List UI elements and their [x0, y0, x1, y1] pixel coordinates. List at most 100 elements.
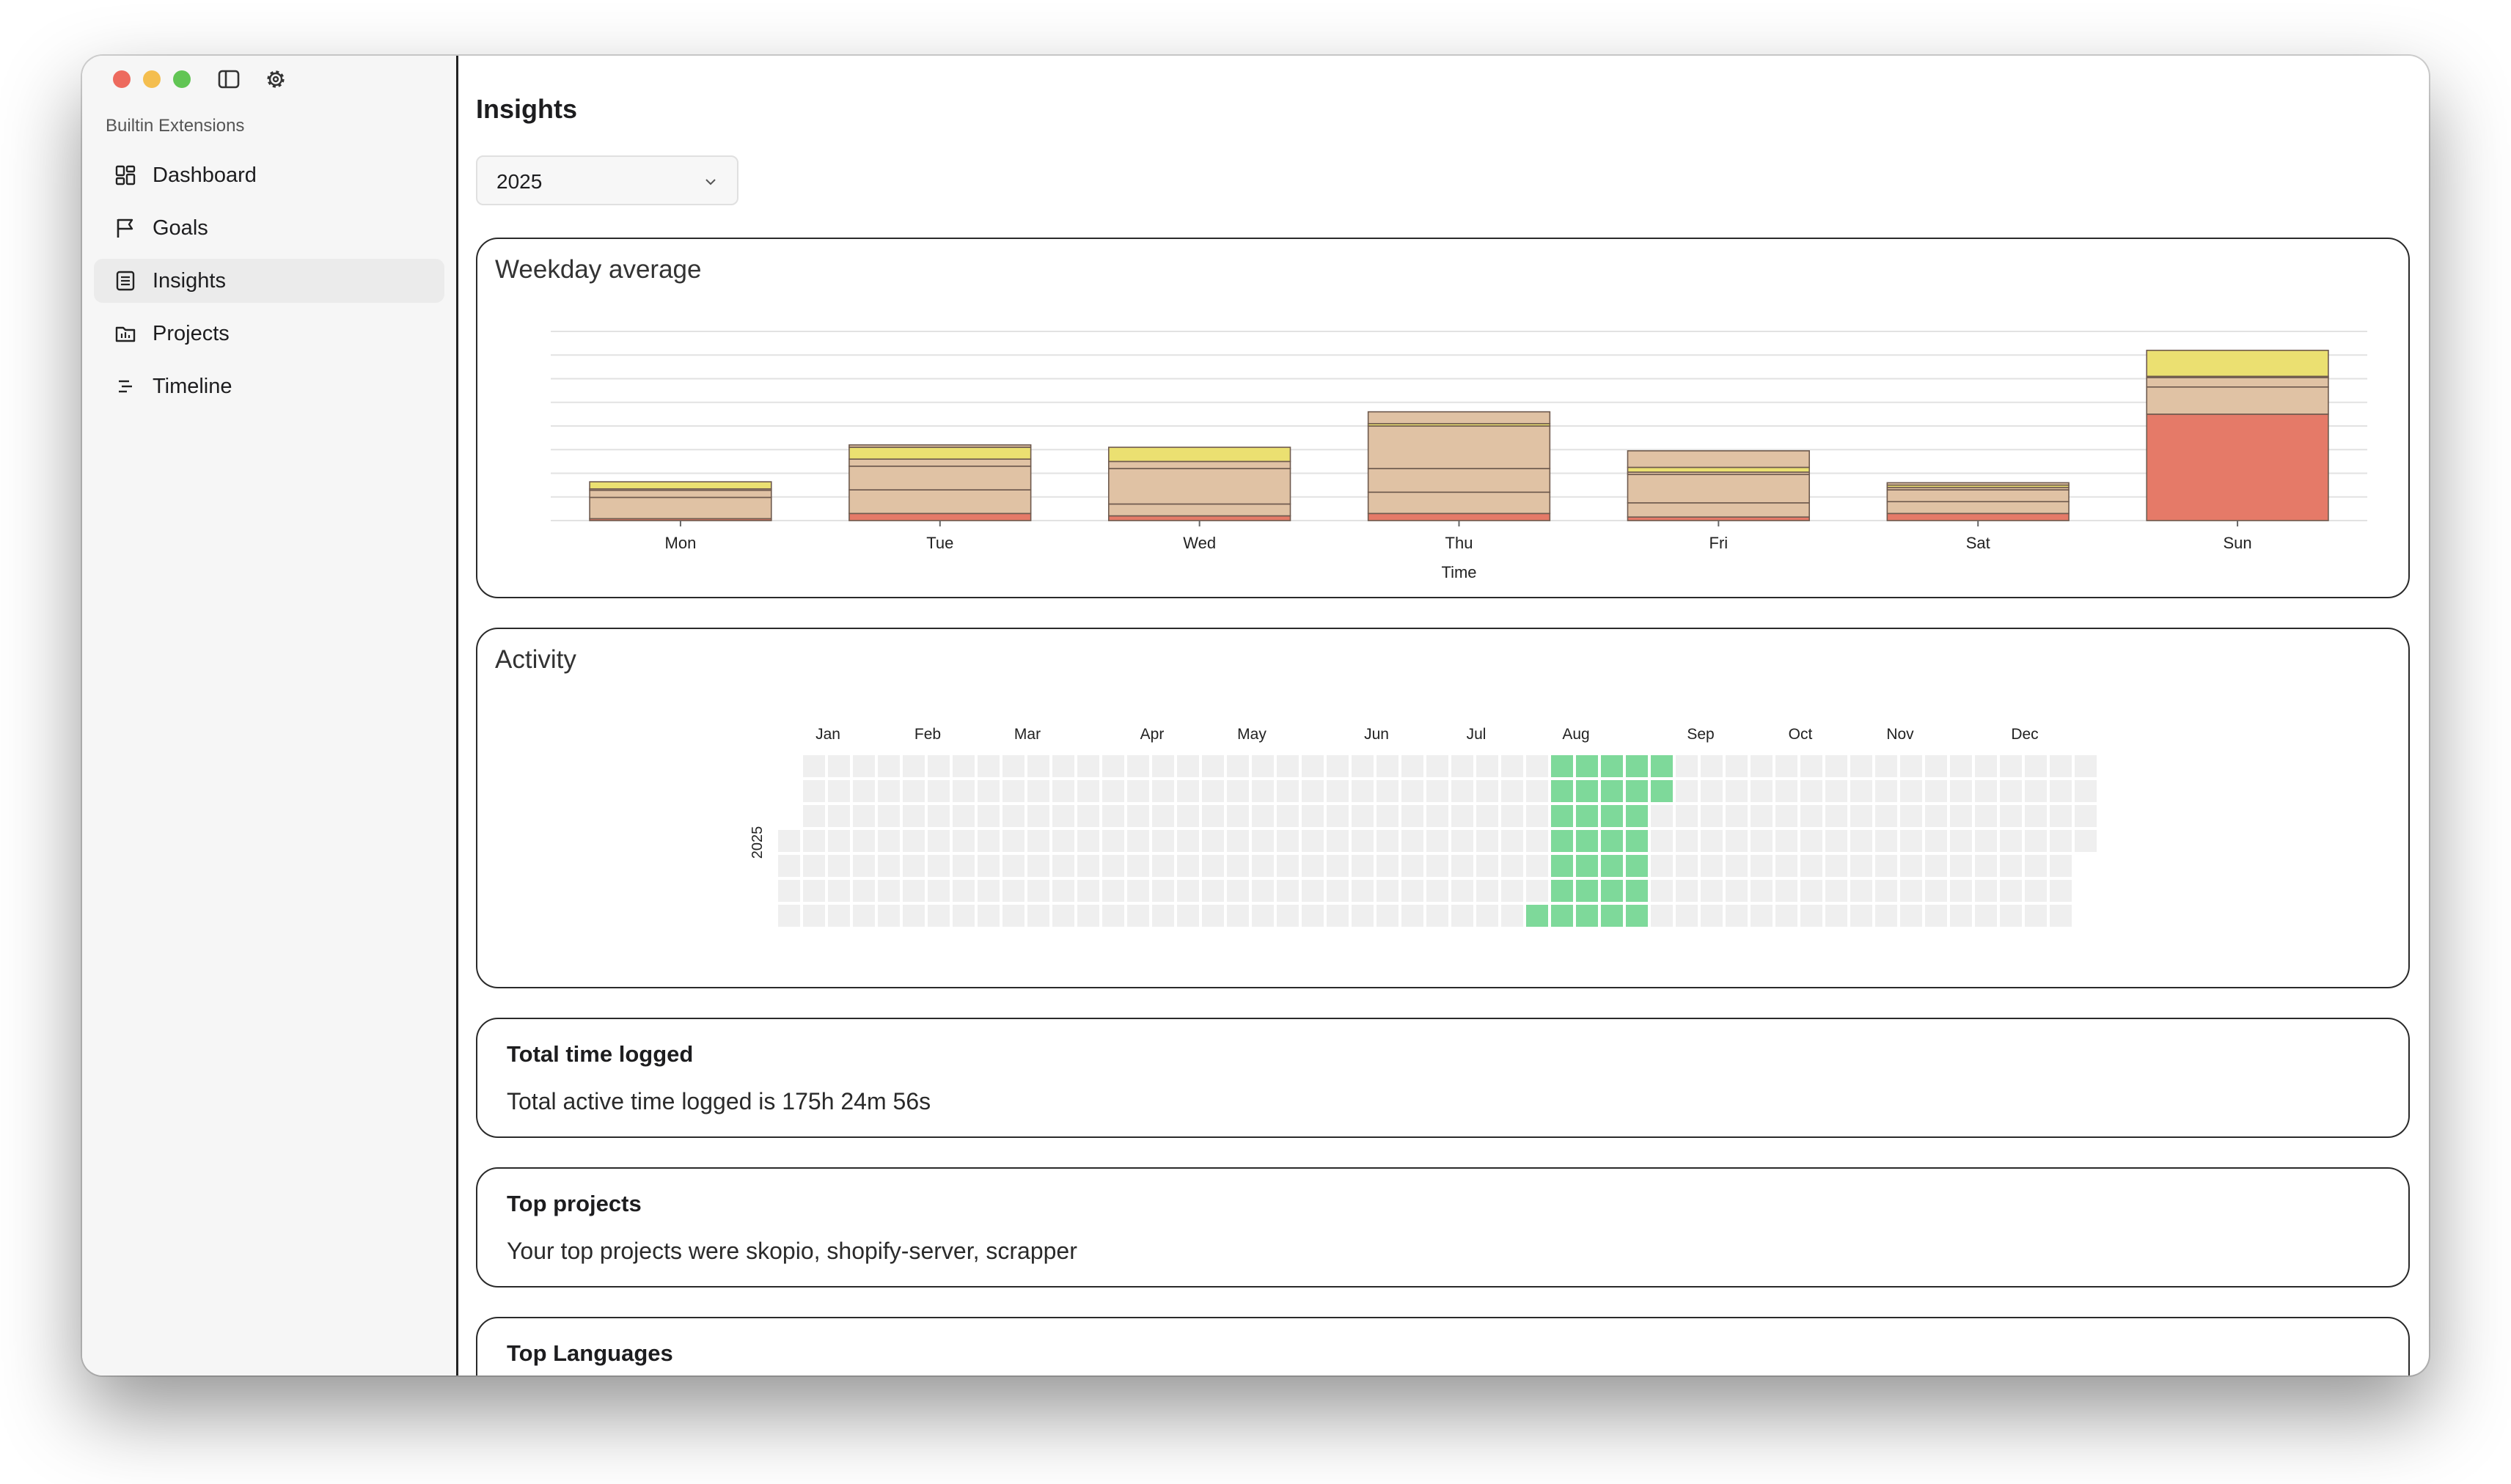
heatmap-cell: [1426, 755, 1448, 777]
bar-segment: [1627, 502, 1811, 518]
heatmap-cell: [1277, 830, 1299, 852]
heatmap-cell: [1077, 855, 1099, 877]
heatmap-cell: [903, 880, 925, 902]
heatmap-cell: [1651, 830, 1673, 852]
heatmap-cell: [1701, 780, 1723, 802]
x-tick-label: Sat: [1966, 534, 1990, 552]
heatmap-cell: [1451, 805, 1473, 827]
heatmap-cell: [2075, 755, 2097, 777]
heatmap-cell: [1875, 905, 1897, 927]
bar-segment: [1367, 491, 1551, 515]
heatmap-cell: [2025, 855, 2047, 877]
sidebar-item-projects[interactable]: Projects: [94, 312, 444, 356]
heatmap-cell: [1277, 780, 1299, 802]
heatmap-cell: [1127, 755, 1149, 777]
heatmap-cell: [1576, 855, 1598, 877]
heatmap-cell: [1152, 780, 1174, 802]
heatmap-cell: [1127, 780, 1149, 802]
sidebar-item-label: Projects: [153, 321, 230, 345]
month-label: Apr: [1140, 726, 1165, 743]
bar-stack: [589, 481, 772, 521]
heatmap-cell: [1626, 780, 1648, 802]
sidebar-item-dashboard[interactable]: Dashboard: [94, 153, 444, 197]
folder-icon: [115, 326, 136, 342]
heatmap-cell: [1352, 805, 1374, 827]
bar-segment: [1107, 460, 1291, 469]
heatmap-cell: [1476, 880, 1498, 902]
heatmap-cell: [778, 830, 800, 852]
heatmap-cell: [1526, 830, 1548, 852]
heatmap-cell: [1352, 755, 1374, 777]
heatmap-cell: [1626, 855, 1648, 877]
sidebar-item-goals[interactable]: Goals: [94, 206, 444, 250]
heatmap-cell: [1676, 855, 1698, 877]
heatmap-cell: [1501, 830, 1523, 852]
heatmap-cell: [1377, 855, 1399, 877]
heatmap-cell: [1950, 905, 1972, 927]
gear-icon[interactable]: [263, 66, 289, 92]
sidebar-item-insights[interactable]: Insights: [94, 259, 444, 303]
heatmap-cell: [2075, 780, 2097, 802]
heatmap-cell: [1501, 780, 1523, 802]
heatmap-cell: [1601, 855, 1623, 877]
heatmap-cell: [1800, 805, 1822, 827]
weekday-average-chart: Mon Tue Wed Thu Fri Sat Sun Time: [551, 331, 2367, 581]
heatmap-cell: [1377, 830, 1399, 852]
heatmap-cell: [1227, 855, 1249, 877]
heatmap-cell: [1202, 855, 1224, 877]
heatmap-cell: [1102, 880, 1124, 902]
heatmap-cell: [1825, 755, 1847, 777]
heatmap-cell: [878, 780, 900, 802]
heatmap-cell: [1975, 780, 1997, 802]
minimize-window-button[interactable]: [143, 70, 161, 88]
heatmap-cell: [1825, 805, 1847, 827]
close-window-button[interactable]: [113, 70, 131, 88]
heatmap-cell: [1626, 755, 1648, 777]
heatmap-cell: [1027, 830, 1049, 852]
heatmap-cell: [1576, 830, 1598, 852]
heatmap-cell: [1426, 780, 1448, 802]
sidebar-toggle-icon[interactable]: [216, 66, 242, 92]
heatmap-cell: [1102, 855, 1124, 877]
heatmap-cell: [2000, 855, 2022, 877]
heatmap-cell: [1526, 905, 1548, 927]
heatmap-cell: [2050, 755, 2072, 777]
heatmap-cell: [1401, 830, 1423, 852]
heatmap-cell: [1875, 830, 1897, 852]
year-select[interactable]: 2025: [476, 155, 738, 205]
heatmap-cell: [1252, 905, 1274, 927]
heatmap-cell: [1202, 830, 1224, 852]
heatmap-cell: [1900, 780, 1922, 802]
heatmap-cell: [1775, 855, 1797, 877]
heatmap-cell: [853, 880, 875, 902]
heatmap-cell: [1501, 905, 1523, 927]
heatmap-cell: [1651, 905, 1673, 927]
heatmap-cell: [1077, 805, 1099, 827]
heatmap-cell: [1825, 830, 1847, 852]
heatmap-cell: [1576, 905, 1598, 927]
heatmap-cell: [1950, 755, 1972, 777]
heatmap-cell: [2025, 780, 2047, 802]
heatmap-cell: [1277, 880, 1299, 902]
heatmap-cell: [1227, 905, 1249, 927]
heatmap-cell: [1302, 830, 1324, 852]
x-axis-label: Time: [1441, 563, 1476, 581]
heatmap-cell: [828, 755, 850, 777]
heatmap-cell: [1551, 805, 1573, 827]
month-label: Aug: [1562, 726, 1589, 743]
heatmap-cell: [1027, 855, 1049, 877]
bar-segment: [2146, 386, 2329, 415]
heatmap-cell: [1701, 880, 1723, 902]
heatmap-cell: [1925, 830, 1947, 852]
heatmap-cell: [2075, 830, 2097, 852]
heatmap-cell: [803, 880, 825, 902]
heatmap-cell: [1701, 805, 1723, 827]
zoom-window-button[interactable]: [173, 70, 191, 88]
month-label: Jan: [815, 726, 840, 743]
heatmap-cell: [1775, 755, 1797, 777]
heatmap-cell: [1152, 905, 1174, 927]
heatmap-cell: [1925, 755, 1947, 777]
sidebar-item-timeline[interactable]: Timeline: [94, 364, 444, 408]
heatmap-cell: [928, 755, 950, 777]
heatmap-cell: [1800, 855, 1822, 877]
